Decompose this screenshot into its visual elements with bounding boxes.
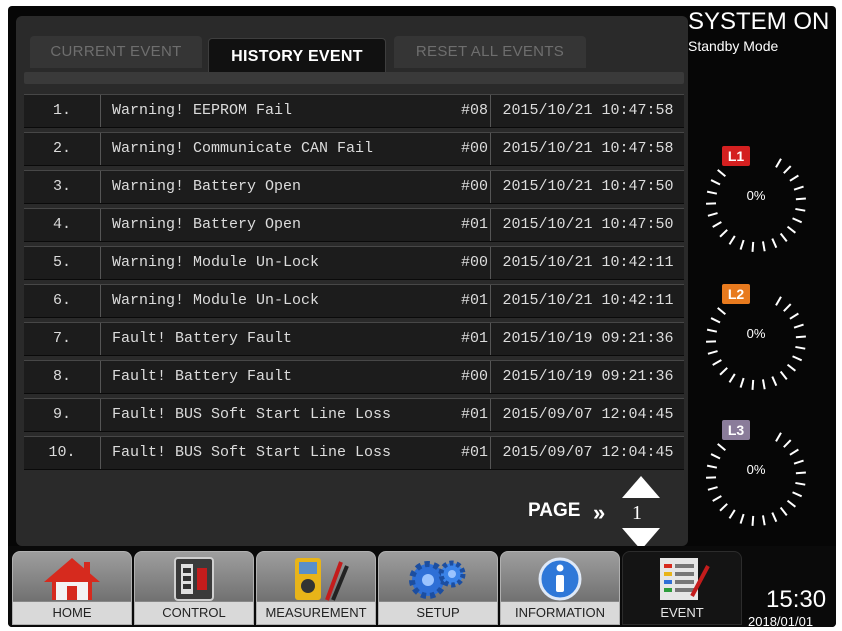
gears-icon <box>409 560 466 599</box>
event-code: #01 <box>460 406 488 423</box>
load-gauge-2: L2 0% <box>700 284 812 396</box>
event-number: 1. <box>24 95 101 127</box>
nav-label: EVENT <box>623 602 741 624</box>
event-message: Warning! Communicate CAN Fail <box>112 140 374 157</box>
event-message: Warning! EEPROM Fail <box>112 102 293 119</box>
event-number: 10. <box>24 437 101 469</box>
event-code: #00 <box>460 140 488 157</box>
event-code: #01 <box>460 330 488 347</box>
event-message: Fault! Battery Fault <box>112 330 293 347</box>
table-row[interactable]: 8. Fault! Battery Fault #00 2015/10/19 09:2… <box>24 360 684 394</box>
phase-badge: L1 <box>722 146 750 166</box>
nav-information-button[interactable]: INFORMATION <box>500 551 620 625</box>
control-icon <box>174 557 214 601</box>
table-row[interactable]: 2. Warning! Communicate CAN Fail #00 2015/1… <box>24 132 684 166</box>
nav-control-button[interactable]: CONTROL <box>134 551 254 625</box>
event-timestamp: 2015/10/21 10:47:50 <box>490 209 685 241</box>
phase-badge: L2 <box>722 284 750 304</box>
table-row[interactable]: 6. Warning! Module Un-Lock #01 2015/10/21 1… <box>24 284 684 318</box>
event-code: #08 <box>460 102 488 119</box>
page-arrows-icon: » <box>593 500 606 525</box>
nav-measurement-button[interactable]: MEASUREMENT <box>256 551 376 625</box>
event-timestamp: 2015/09/07 12:04:45 <box>490 399 685 431</box>
home-icon <box>44 558 100 600</box>
nav-label: INFORMATION <box>501 601 619 624</box>
page-up-icon[interactable] <box>622 476 660 498</box>
system-status: SYSTEM ON <box>688 8 830 35</box>
ups-screen: CURRENT EVENT HISTORY EVENT RESET ALL EV… <box>8 6 836 627</box>
event-table: 1. Warning! EEPROM Fail #08 2015/10/21 10:4… <box>24 94 684 474</box>
load-percent: 0% <box>746 188 766 203</box>
event-panel: CURRENT EVENT HISTORY EVENT RESET ALL EV… <box>16 16 688 550</box>
load-percent: 0% <box>746 462 766 477</box>
event-message: Fault! Battery Fault <box>112 368 293 385</box>
event-code: #00 <box>460 178 488 195</box>
event-timestamp: 2015/10/21 10:47:58 <box>490 95 685 127</box>
load-percent: 0% <box>746 326 766 341</box>
event-timestamp: 2015/10/21 10:47:50 <box>490 171 685 203</box>
bottom-nav: HOME CONTROL MEASUREMENT SETUP INFORMATI… <box>8 546 836 627</box>
table-row[interactable]: 7. Fault! Battery Fault #01 2015/10/19 09:2… <box>24 322 684 356</box>
event-timestamp: 2015/10/19 09:21:36 <box>490 361 685 393</box>
event-code: #01 <box>460 292 488 309</box>
table-row[interactable]: 9. Fault! BUS Soft Start Line Loss #01 2015… <box>24 398 684 432</box>
nav-label: MEASUREMENT <box>257 601 375 624</box>
event-timestamp: 2015/10/21 10:42:11 <box>490 285 685 317</box>
tab-current-event[interactable]: CURRENT EVENT <box>30 36 202 68</box>
event-timestamp: 2015/10/21 10:47:58 <box>490 133 685 165</box>
tab-underline <box>24 72 684 84</box>
system-mode: Standby Mode <box>688 38 779 54</box>
event-number: 5. <box>24 247 101 279</box>
nav-event-button[interactable]: EVENT <box>622 551 742 625</box>
info-icon <box>538 557 582 601</box>
nav-label: SETUP <box>379 601 497 624</box>
phase-badge: L3 <box>722 420 750 440</box>
event-number: 2. <box>24 133 101 165</box>
tab-reset-all-events[interactable]: RESET ALL EVENTS <box>394 36 586 68</box>
event-code: #01 <box>460 444 488 461</box>
event-code: #01 <box>460 216 488 233</box>
nav-home-button[interactable]: HOME <box>12 551 132 625</box>
event-message: Warning! Battery Open <box>112 178 302 195</box>
nav-label: HOME <box>13 601 131 624</box>
table-row[interactable]: 5. Warning! Module Un-Lock #00 2015/10/21 1… <box>24 246 684 280</box>
event-timestamp: 2015/10/19 09:21:36 <box>490 323 685 355</box>
event-message: Fault! BUS Soft Start Line Loss <box>112 444 392 461</box>
event-number: 9. <box>24 399 101 431</box>
clock-date: 2018/01/01 <box>748 614 814 627</box>
table-row[interactable]: 1. Warning! EEPROM Fail #08 2015/10/21 10:4… <box>24 94 684 128</box>
event-code: #00 <box>460 368 488 385</box>
event-message: Warning! Module Un-Lock <box>112 292 320 309</box>
nav-label: CONTROL <box>135 601 253 624</box>
multimeter-icon <box>295 558 349 601</box>
event-message: Warning! Module Un-Lock <box>112 254 320 271</box>
tab-history-event[interactable]: HISTORY EVENT <box>208 38 386 73</box>
event-message: Fault! BUS Soft Start Line Loss <box>112 406 392 423</box>
event-log-icon <box>660 558 710 600</box>
page-label: PAGE <box>528 500 581 521</box>
load-gauge-1: L1 0% <box>700 146 812 258</box>
table-row[interactable]: 3. Warning! Battery Open #00 2015/10/21 10:… <box>24 170 684 204</box>
table-row[interactable]: 4. Warning! Battery Open #01 2015/10/21 10:… <box>24 208 684 242</box>
event-message: Warning! Battery Open <box>112 216 302 233</box>
event-timestamp: 2015/09/07 12:04:45 <box>490 437 685 469</box>
event-number: 8. <box>24 361 101 393</box>
event-timestamp: 2015/10/21 10:42:11 <box>490 247 685 279</box>
page-number: 1 <box>632 502 642 524</box>
load-gauge-3: L3 0% <box>700 420 812 532</box>
event-code: #00 <box>460 254 488 271</box>
event-number: 7. <box>24 323 101 355</box>
event-number: 3. <box>24 171 101 203</box>
event-number: 6. <box>24 285 101 317</box>
clock-time: 15:30 <box>766 586 827 613</box>
nav-setup-button[interactable]: SETUP <box>378 551 498 625</box>
table-row[interactable]: 10. Fault! BUS Soft Start Line Loss #01 201… <box>24 436 684 470</box>
event-number: 4. <box>24 209 101 241</box>
